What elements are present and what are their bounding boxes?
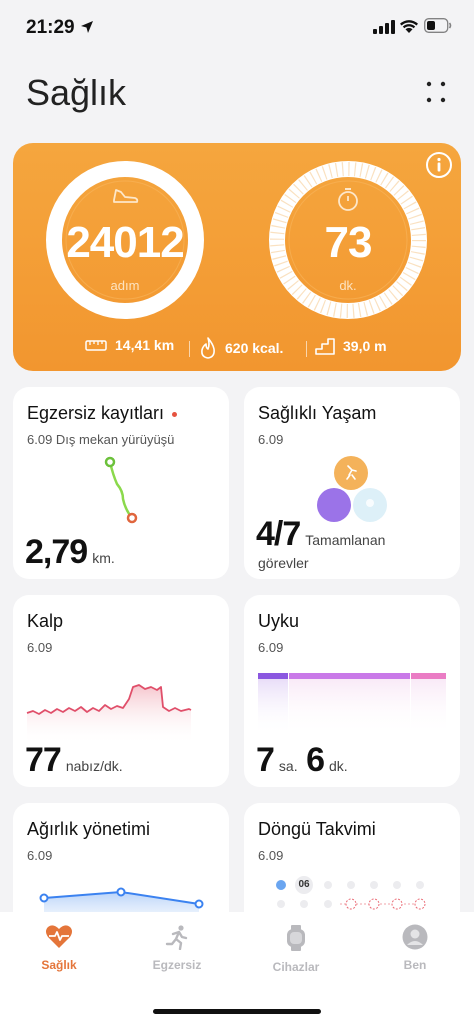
minutes-unit: dk. <box>339 278 357 293</box>
healthy-label-line1: Tamamlanan <box>305 532 386 548</box>
sleep-duration: 7 sa. 6 dk. <box>256 741 348 780</box>
heart-pulse-icon <box>46 925 72 948</box>
activity-summary-card[interactable]: 24012 adım 73 dk. 14,41 km 620 kcal. 39,… <box>13 143 461 371</box>
heart-rate-value: 77 nabız/dk. <box>25 741 123 780</box>
floors-stat: 39,0 m <box>315 337 387 355</box>
distance-value: 14,41 km <box>115 337 175 353</box>
sleep-minutes-unit: dk. <box>328 758 348 774</box>
page-title: Sağlık <box>26 72 127 113</box>
exercise-value: 2,79 <box>25 533 88 571</box>
flame-icon <box>201 337 215 359</box>
steps-value: 24012 <box>66 218 184 267</box>
exercise-distance: 2,79 km. <box>25 533 115 572</box>
exercise-records-card[interactable]: Egzersiz kayıtları 6.09 Dış mekan yürüyü… <box>13 387 229 579</box>
healthy-value: 4/7 <box>256 515 301 553</box>
sleep-card[interactable]: Uyku 6.09 7 sa. 6 dk. <box>244 595 460 787</box>
tab-exercise[interactable]: Egzersiz <box>118 924 236 972</box>
distance-stat: 14,41 km <box>85 337 174 353</box>
location-arrow-icon <box>81 21 93 33</box>
cycle-day-badge: 06 <box>298 879 310 890</box>
watch-icon <box>287 925 305 951</box>
sleep-hours: 7 <box>256 741 275 779</box>
tab-me-label: Ben <box>403 958 427 972</box>
tab-health-label: Sağlık <box>41 958 77 972</box>
heart-value: 77 <box>25 741 62 779</box>
tab-devices[interactable]: Cihazlar <box>237 924 355 974</box>
bottom-tab-bar: Sağlık Egzersiz Cihazlar Ben <box>0 912 474 1024</box>
sleep-hours-unit: sa. <box>278 758 298 774</box>
shoe-icon <box>113 189 139 203</box>
info-icon[interactable] <box>425 151 453 179</box>
heart-unit: nabız/dk. <box>65 758 123 774</box>
hero-stats-row: 14,41 km 620 kcal. 39,0 m <box>13 337 461 361</box>
more-dots-icon[interactable] <box>424 80 448 104</box>
sleep-minutes: 6 <box>306 741 325 779</box>
tab-devices-label: Cihazlar <box>272 960 320 974</box>
ruler-icon <box>85 340 107 351</box>
healthy-progress: 4/7 Tamamlanan <box>256 515 385 554</box>
home-indicator[interactable] <box>153 1009 321 1014</box>
stopwatch-icon <box>338 188 358 211</box>
steps-ring[interactable]: 24012 adım <box>45 160 205 320</box>
active-minutes-ring[interactable]: 73 dk. <box>268 160 428 320</box>
healthy-living-card[interactable]: Sağlıklı Yaşam 6.09 4/7 Tamamlanan görevl… <box>244 387 460 579</box>
calories-value: 620 kcal. <box>225 340 284 356</box>
calories-stat: 620 kcal. <box>199 337 283 359</box>
heart-rate-card[interactable]: Kalp 6.09 77 nabız/dk. <box>13 595 229 787</box>
avatar-icon <box>402 924 428 950</box>
exercise-unit: km. <box>92 550 115 566</box>
stat-divider <box>189 341 190 357</box>
steps-unit: adım <box>110 278 140 293</box>
tab-me[interactable]: Ben <box>356 924 474 972</box>
tab-health[interactable]: Sağlık <box>0 924 118 972</box>
minutes-value: 73 <box>324 218 373 267</box>
wifi-icon <box>400 20 418 33</box>
tab-exercise-label: Egzersiz <box>152 958 202 972</box>
status-bar: 21:29 <box>0 0 474 56</box>
healthy-label-line2: görevler <box>258 555 309 571</box>
status-time: 21:29 <box>26 17 75 38</box>
battery-icon <box>424 18 452 33</box>
cellular-signal-icon <box>373 20 395 34</box>
stairs-icon <box>315 338 335 355</box>
floors-value: 39,0 m <box>343 338 387 354</box>
stat-divider <box>306 341 307 357</box>
running-person-icon <box>165 925 188 950</box>
